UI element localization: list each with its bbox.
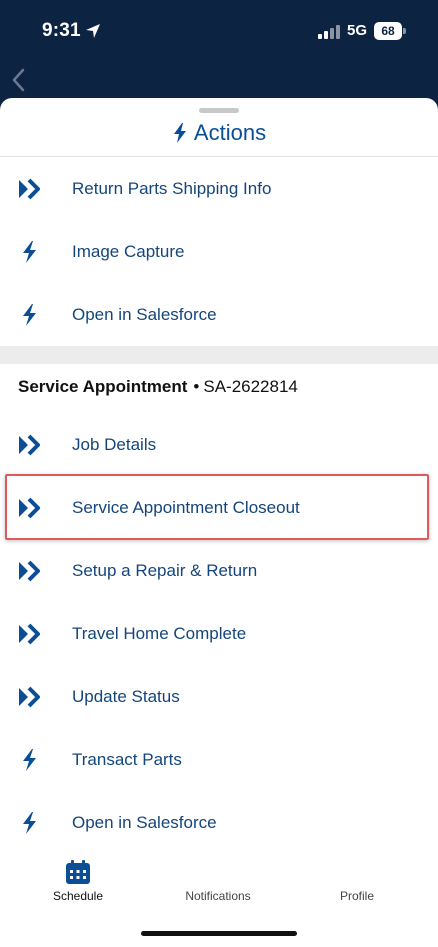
back-chevron-icon[interactable] [9,66,29,94]
chevrons-right-icon [19,560,40,581]
chevrons-right-icon [19,686,40,707]
tab-notifications[interactable]: Notifications [158,889,278,903]
action-return-parts-shipping-info[interactable]: Return Parts Shipping Info [0,157,438,220]
action-label: Image Capture [72,241,185,261]
bolt-icon [23,748,36,771]
bolt-icon [23,240,36,263]
drag-handle[interactable] [199,108,239,113]
highlight-box [5,474,429,540]
section-separator: • [193,377,200,396]
signal-icon [318,25,340,39]
action-label: Open in Salesforce [72,304,217,324]
section-divider [0,346,438,364]
action-setup-repair-return[interactable]: Setup a Repair & Return [0,539,438,602]
tab-schedule[interactable]: Schedule [18,859,138,903]
tab-label: Schedule [52,889,104,903]
action-job-details[interactable]: Job Details [0,413,438,476]
home-indicator [141,931,297,936]
action-travel-home-complete[interactable]: Travel Home Complete [0,602,438,665]
tab-label: Notifications [185,889,251,903]
action-label: Open in Salesforce [72,812,217,832]
action-update-status[interactable]: Update Status [0,665,438,728]
action-label: Return Parts Shipping Info [72,178,272,198]
location-arrow-icon [86,24,100,38]
status-time: 9:31 [42,20,81,41]
section-heading: Service Appointment • SA-2622814 [18,377,298,397]
action-label: Job Details [72,434,157,454]
chevrons-right-icon [19,178,40,199]
calendar-icon [66,860,90,884]
action-image-capture[interactable]: Image Capture [0,220,438,283]
actions-sheet: Actions Return Parts Shipping Info Image… [0,98,438,947]
battery-level: 68 [374,22,402,40]
action-label: Travel Home Complete [72,623,247,643]
action-label: Transact Parts [72,749,182,769]
status-bar: 9:31 5G 68 [0,0,438,62]
bolt-icon [173,123,186,143]
bolt-icon [23,303,36,326]
action-label: Update Status [72,686,180,706]
bolt-icon [23,811,36,834]
action-transact-parts[interactable]: Transact Parts [0,728,438,791]
action-open-in-salesforce[interactable]: Open in Salesforce [0,283,438,346]
tab-profile[interactable]: Profile [297,889,417,903]
tab-label: Profile [339,889,374,903]
section-name: Service Appointment [18,377,188,396]
battery-icon: 68 [374,22,406,40]
action-open-in-salesforce-2[interactable]: Open in Salesforce [0,791,438,854]
chevrons-right-icon [19,623,40,644]
network-label: 5G [347,22,368,39]
sheet-header: Actions [0,116,438,156]
action-label: Setup a Repair & Return [72,560,258,580]
sheet-title: Actions [193,120,267,145]
section-record-id: SA-2622814 [203,377,298,396]
chevrons-right-icon [19,434,40,455]
